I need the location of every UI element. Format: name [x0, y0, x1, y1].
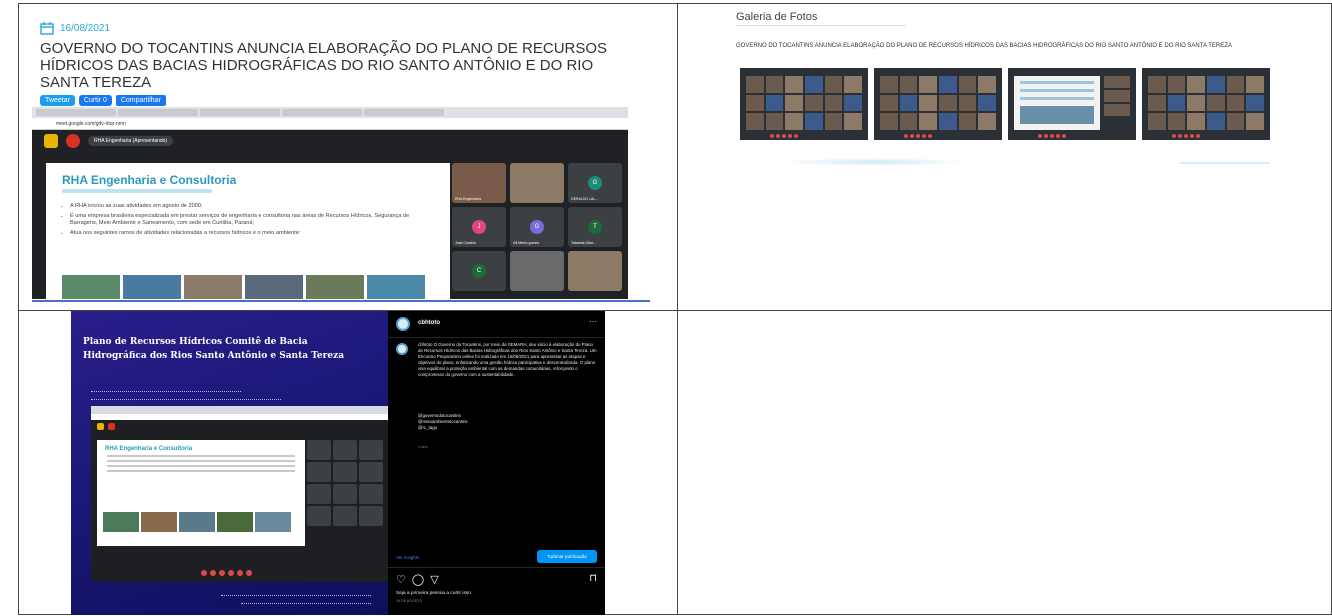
boost-button[interactable]: Turbinar publicação	[536, 550, 597, 563]
avatar: G	[588, 176, 602, 190]
dotted-line	[241, 603, 371, 604]
post-date: 16 DE AGOSTO	[396, 599, 423, 603]
avatar: C	[472, 264, 486, 278]
news-date: 16/08/2021	[40, 22, 110, 35]
participant-tile: C	[452, 251, 506, 291]
post-slide-title: Plano de Recursos Hídricos Comitê de Bac…	[83, 337, 345, 361]
slide-bullet: A RHA iniciou as suas atividades em agos…	[70, 203, 430, 210]
slide-wave-decoration	[62, 189, 212, 193]
meet-icon	[44, 134, 58, 148]
gallery-heading: Galeria de Fotos	[736, 11, 818, 23]
gallery-decoration	[1180, 162, 1270, 164]
avatar: T	[588, 220, 602, 234]
avatar[interactable]	[396, 317, 410, 331]
dotted-line	[91, 391, 241, 392]
gallery-thumbnail[interactable]	[874, 68, 1002, 140]
divider	[388, 337, 605, 338]
present-icon	[66, 134, 80, 148]
participant-tile: T Tabarela Olive...	[568, 207, 622, 247]
post-mini-slide: RHA Engenharia e Consultoria	[97, 440, 305, 546]
slide-title: RHA Engenharia e Consultoria	[62, 173, 237, 187]
participant-tiles: RHA Engenharia G GERALDO LAL... J José Cunch…	[452, 163, 628, 291]
dotted-line	[91, 399, 281, 400]
tweet-button[interactable]: Tweetar	[40, 95, 75, 106]
post-sidebar: cbhtoto ··· cbhtoto O Governo do Tocanti…	[388, 311, 605, 615]
post-caption: cbhtoto O Governo do Tocantins, por meio…	[418, 342, 597, 377]
share-bar: Tweetar Curtir 0 Compartilhar	[40, 95, 166, 106]
participant-tile: G GERALDO LAL...	[568, 163, 622, 203]
post-actions: ♡ ◯ ▽	[396, 573, 439, 586]
divider	[388, 567, 605, 568]
news-title: GOVERNO DO TOCANTINS ANUNCIA ELABORAÇÃO …	[40, 40, 608, 91]
gallery-thumbnails	[740, 68, 1270, 140]
post-tags: @governodotocantins @meioambientetocanti…	[418, 413, 468, 431]
insights-link[interactable]: Ver insights	[396, 555, 419, 560]
avatar: J	[472, 220, 486, 234]
dotted-line	[221, 595, 371, 596]
like-button[interactable]: Curtir 0	[78, 95, 112, 106]
participant-name: Tabarela Olive...	[571, 241, 597, 245]
avatar: G	[530, 220, 544, 234]
slide-bullet: É uma empresa brasileira especializada e…	[70, 213, 430, 227]
participant-name: RHA Engenharia	[455, 197, 482, 201]
gallery-thumbnail[interactable]	[1008, 68, 1136, 140]
gallery-thumbnail[interactable]	[1142, 68, 1270, 140]
instagram-post: Plano de Recursos Hídricos Comitê de Bac…	[71, 311, 605, 615]
post-time: 1 sem	[418, 445, 428, 449]
meet-screenshot: meet.google.com/gdv-rbqr-nmn RHA Engenha…	[32, 107, 628, 299]
post-meet-screenshot: RHA Engenharia e Consultoria	[91, 406, 388, 582]
presenter-chip: RHA Engenharia (Apresentando)	[88, 136, 174, 146]
meet-toolbar: RHA Engenharia (Apresentando)	[32, 130, 628, 152]
news-date-text: 16/08/2021	[60, 23, 111, 34]
send-icon[interactable]: ▽	[430, 573, 438, 586]
gallery-rule	[736, 25, 906, 26]
post-image: Plano de Recursos Hídricos Comitê de Bac…	[71, 311, 388, 615]
participant-tile	[568, 251, 622, 291]
participant-tile: G Gil Melvo gomes	[510, 207, 564, 247]
post-username[interactable]: cbhtoto	[418, 320, 440, 326]
participant-name: GERALDO LAL...	[571, 197, 599, 201]
tag[interactable]: @rc_tago	[418, 425, 468, 431]
gallery-decoration	[780, 158, 970, 166]
browser-tabs	[32, 107, 628, 118]
participant-name: José Cunchio	[455, 241, 477, 245]
calendar-icon	[40, 22, 54, 35]
slide-photos	[62, 275, 425, 299]
presentation-slide: RHA Engenharia e Consultoria A RHA inici…	[46, 163, 450, 299]
avatar	[510, 163, 564, 203]
news-underline	[32, 300, 650, 302]
avatar	[568, 251, 622, 291]
participant-tile	[510, 251, 564, 291]
participant-tile: J José Cunchio	[452, 207, 506, 247]
participant-tile	[510, 163, 564, 203]
gallery-thumbnail[interactable]	[740, 68, 868, 140]
bookmark-icon[interactable]: ⊓	[589, 573, 597, 584]
comment-icon[interactable]: ◯	[412, 573, 424, 586]
table-divider-vertical	[677, 3, 678, 615]
more-options-icon[interactable]: ···	[589, 317, 597, 326]
slide-bullets: A RHA iniciou as suas atividades em agos…	[70, 203, 430, 237]
like-text: Seja a primeira pessoa a curtir isso	[396, 591, 471, 596]
heart-icon[interactable]: ♡	[396, 573, 406, 586]
gallery-title: GOVERNO DO TOCANTINS ANUNCIA ELABORAÇÃO …	[736, 43, 1232, 49]
participant-name: Gil Melvo gomes	[513, 241, 540, 245]
slide-bullet: Atua nos seguintes ramos de atividades r…	[70, 230, 430, 237]
avatar[interactable]	[396, 343, 408, 355]
share-button[interactable]: Compartilhar	[115, 95, 166, 106]
avatar	[510, 251, 564, 291]
address-bar: meet.google.com/gdv-rbqr-nmn	[32, 118, 628, 130]
mini-slide-title: RHA Engenharia e Consultoria	[105, 446, 193, 452]
participant-tile: RHA Engenharia	[452, 163, 506, 203]
